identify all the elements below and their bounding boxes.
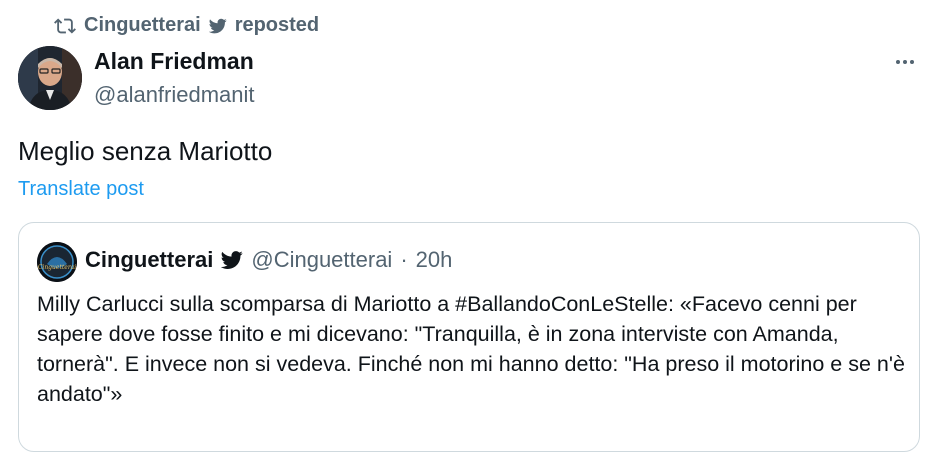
quoted-author-handle[interactable]: @Cinguetterai bbox=[251, 247, 392, 273]
quoted-avatar-text: Cinguetterai bbox=[38, 264, 76, 271]
verified-bird-icon bbox=[221, 251, 243, 269]
repost-action-label: reposted bbox=[234, 14, 320, 36]
quoted-author-name[interactable]: Cinguetterai bbox=[85, 247, 213, 273]
quoted-separator: · bbox=[400, 247, 408, 272]
verified-bird-icon bbox=[208, 18, 227, 33]
quoted-avatar: Cinguetterai bbox=[37, 242, 77, 282]
quoted-post-text: Milly Carlucci sulla scomparsa di Mariot… bbox=[37, 292, 905, 406]
author-avatar[interactable] bbox=[18, 46, 82, 110]
quoted-post-card[interactable]: Cinguetterai Cinguetterai @Cinguetterai … bbox=[18, 222, 920, 452]
translate-post-link[interactable]: Translate post bbox=[18, 178, 144, 201]
repost-user-label: Cinguetterai bbox=[84, 14, 201, 36]
quoted-avatar-image: Cinguetterai bbox=[37, 242, 77, 282]
avatar-image bbox=[18, 46, 82, 110]
more-options-button[interactable] bbox=[890, 50, 920, 74]
author-handle[interactable]: @alanfriedmanit bbox=[94, 82, 255, 108]
quoted-timestamp[interactable]: 20h bbox=[416, 247, 453, 273]
repost-context[interactable]: Cinguetterai reposted bbox=[54, 14, 319, 37]
author-name[interactable]: Alan Friedman bbox=[94, 48, 254, 75]
post-text: Meglio senza Mariotto bbox=[18, 136, 273, 166]
quoted-header: Cinguetterai @Cinguetterai · 20h bbox=[85, 247, 452, 273]
repost-icon bbox=[54, 18, 76, 33]
more-horizontal-icon bbox=[896, 60, 914, 64]
